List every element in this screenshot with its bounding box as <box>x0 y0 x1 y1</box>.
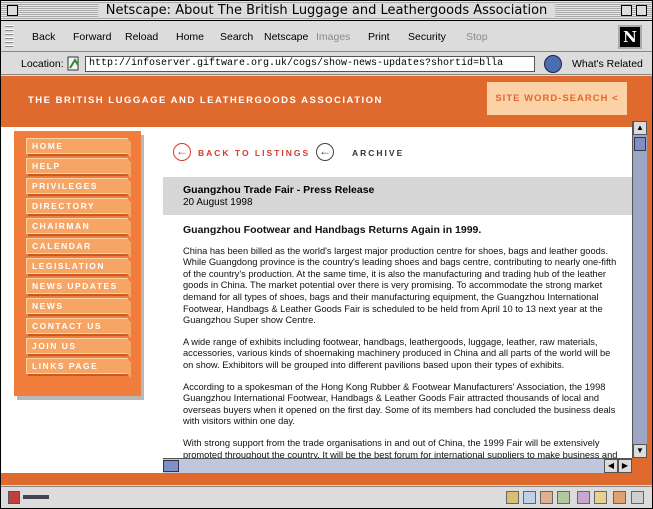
nav-item-links-page[interactable]: LINKS PAGE <box>26 358 128 374</box>
left-band <box>1 121 163 127</box>
images-button[interactable]: Images <box>316 31 350 43</box>
release-title: Guangzhou Trade Fair - Press Release <box>183 184 375 196</box>
nav-item-calendar[interactable]: CALENDAR <box>26 238 128 254</box>
nav-item-home[interactable]: HOME <box>26 138 128 154</box>
article-paragraph: A wide range of exhibits including footw… <box>183 336 611 370</box>
print-button[interactable]: Print <box>368 31 390 43</box>
nav-item-directory[interactable]: DIRECTORY <box>26 198 128 214</box>
bookmarks-icon[interactable] <box>594 491 607 504</box>
resize-grip-icon[interactable] <box>631 491 644 504</box>
zoom-box-icon[interactable] <box>621 5 632 16</box>
page-proxy-icon[interactable] <box>67 56 81 71</box>
nav-item-news-updates[interactable]: NEWS UPDATES <box>26 278 128 294</box>
site-word-search-button[interactable]: SITE WORD-SEARCH < <box>487 82 627 115</box>
location-bar: Location: http://infoserver.giftware.org… <box>1 53 652 75</box>
netscape-logo-icon[interactable]: N <box>618 25 642 49</box>
nav-item-help[interactable]: HELP <box>26 158 128 174</box>
scroll-down-icon[interactable]: ▼ <box>633 444 647 458</box>
search-button[interactable]: Search <box>220 31 253 43</box>
scroll-up-icon[interactable]: ▲ <box>633 121 647 135</box>
url-input[interactable]: http://infoserver.giftware.org.uk/cogs/s… <box>85 56 535 72</box>
nav-item-legislation[interactable]: LEGISLATION <box>26 258 128 274</box>
whats-related-icon[interactable] <box>544 55 562 73</box>
scroll-right-icon[interactable]: ▶ <box>618 459 632 473</box>
forward-button[interactable]: Forward <box>73 31 112 43</box>
nav-item-contact-us[interactable]: CONTACT US <box>26 318 128 334</box>
window-title: Netscape: About The British Luggage and … <box>97 3 556 18</box>
discussions-component-icon[interactable] <box>540 491 553 504</box>
browser-window: Netscape: About The British Luggage and … <box>0 0 653 509</box>
netscape-button[interactable]: Netscape <box>264 31 308 43</box>
site-header: THE BRITISH LUGGAGE AND LEATHERGOODS ASS… <box>1 76 633 121</box>
collapse-box-icon[interactable] <box>636 5 647 16</box>
mail-component-icon[interactable] <box>523 491 536 504</box>
main-panel: ← BACK TO LISTINGS ← ARCHIVE Guangzhou T… <box>163 121 632 458</box>
main-band <box>163 121 632 127</box>
nav-item-join-us[interactable]: JOIN US <box>26 338 128 354</box>
site-title: THE BRITISH LUGGAGE AND LEATHERGOODS ASS… <box>28 95 383 106</box>
footer-band <box>1 473 652 485</box>
title-bar[interactable]: Netscape: About The British Luggage and … <box>1 1 652 21</box>
release-date: 20 August 1998 <box>183 197 253 208</box>
horizontal-scroll-thumb[interactable] <box>163 460 179 472</box>
article-body: Guangzhou Footwear and Handbags Returns … <box>183 224 621 458</box>
navigation-toolbar: Back Forward Reload Home Search Netscape… <box>1 22 652 52</box>
left-column: HOME HELP PRIVILEGES DIRECTORY CHAIRMAN … <box>1 121 163 485</box>
status-bar <box>1 486 652 508</box>
article-headline: Guangzhou Footwear and Handbags Returns … <box>183 224 482 236</box>
scroll-left-icon[interactable]: ◀ <box>604 459 618 473</box>
whats-related-button[interactable]: What's Related <box>572 58 643 70</box>
address-book-icon[interactable] <box>577 491 590 504</box>
security-button[interactable]: Security <box>408 31 446 43</box>
back-arrow-icon[interactable]: ← <box>173 143 191 161</box>
archive-link[interactable]: ARCHIVE <box>352 148 404 158</box>
article-paragraph: With strong support from the trade organ… <box>183 437 618 458</box>
connection-plug-icon <box>23 495 49 499</box>
reload-button[interactable]: Reload <box>125 31 158 43</box>
back-button[interactable]: Back <box>32 31 55 43</box>
composer-component-icon[interactable] <box>557 491 570 504</box>
release-header: Guangzhou Trade Fair - Press Release 20 … <box>163 177 632 215</box>
horizontal-scrollbar[interactable]: ◀ ▶ <box>163 458 632 473</box>
security-lock-icon[interactable] <box>8 491 20 504</box>
page-content: THE BRITISH LUGGAGE AND LEATHERGOODS ASS… <box>1 76 652 485</box>
history-icon[interactable] <box>613 491 626 504</box>
toolbar-grip-icon[interactable] <box>5 25 13 49</box>
nav-item-news[interactable]: NEWS <box>26 298 128 314</box>
nav-item-chairman[interactable]: CHAIRMAN <box>26 218 128 234</box>
article-paragraph: According to a spokesman of the Hong Kon… <box>183 381 616 427</box>
navigator-component-icon[interactable] <box>506 491 519 504</box>
back-to-listings-link[interactable]: BACK TO LISTINGS <box>198 148 310 158</box>
archive-arrow-icon[interactable]: ← <box>316 143 334 161</box>
home-button[interactable]: Home <box>176 31 204 43</box>
close-box-icon[interactable] <box>7 5 18 16</box>
vertical-scrollbar[interactable]: ▲ ▼ <box>632 121 647 458</box>
status-text <box>57 492 437 504</box>
stop-button[interactable]: Stop <box>466 31 488 43</box>
nav-menu: HOME HELP PRIVILEGES DIRECTORY CHAIRMAN … <box>14 131 141 396</box>
location-label: Location: <box>21 58 64 70</box>
article-paragraph: China has been billed as the world's lar… <box>183 245 617 326</box>
vertical-scroll-thumb[interactable] <box>634 137 646 151</box>
nav-item-privileges[interactable]: PRIVILEGES <box>26 178 128 194</box>
